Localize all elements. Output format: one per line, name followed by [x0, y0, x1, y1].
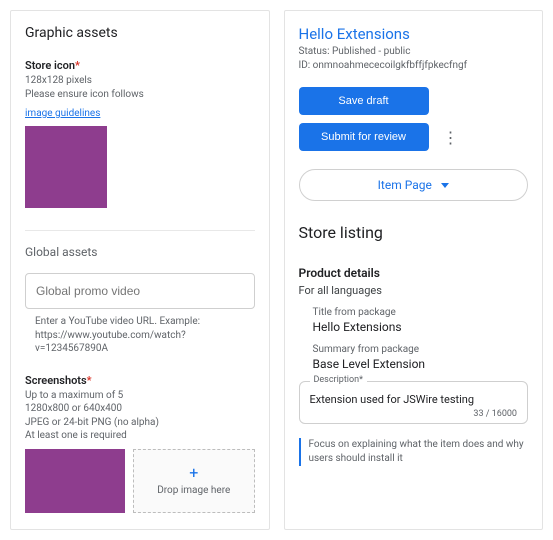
- title-from-package-label: Title from package: [313, 307, 529, 318]
- more-menu-icon[interactable]: ⋮: [443, 128, 458, 147]
- global-assets-heading: Global assets: [25, 245, 255, 259]
- item-detail-panel: Hello Extensions Status: Published - pub…: [284, 10, 544, 530]
- title-from-package-value: Hello Extensions: [313, 320, 529, 334]
- for-all-languages: For all languages: [299, 284, 529, 297]
- submit-review-button[interactable]: Submit for review: [299, 123, 429, 151]
- plus-icon: +: [189, 465, 198, 481]
- submit-row: Submit for review ⋮: [299, 123, 529, 151]
- store-listing-heading: Store listing: [299, 223, 529, 242]
- extension-title[interactable]: Hello Extensions: [299, 25, 529, 43]
- chevron-down-icon: [441, 183, 449, 188]
- screenshots-row: + Drop image here: [25, 449, 255, 513]
- screenshots-hint-2: 1280x800 or 640x400: [25, 402, 255, 416]
- description-hint: Focus on explaining what the item does a…: [299, 438, 529, 466]
- store-icon-dim: 128x128 pixels: [25, 74, 255, 88]
- save-row: Save draft: [299, 87, 529, 115]
- image-guidelines-link[interactable]: image guidelines: [25, 108, 100, 119]
- screenshots-hint-3: JPEG or 24-bit PNG (no alpha): [25, 416, 255, 430]
- screenshots-hint-1: Up to a maximum of 5: [25, 389, 255, 403]
- screenshot-dropzone[interactable]: + Drop image here: [133, 449, 255, 513]
- promo-video-hint: Enter a YouTube video URL. Example: http…: [35, 315, 255, 356]
- promo-video-input[interactable]: [25, 273, 255, 309]
- graphic-assets-panel: Graphic assets Store icon* 128x128 pixel…: [10, 10, 270, 530]
- description-legend: Description*: [310, 375, 367, 385]
- screenshots-hint-4: At least one is required: [25, 429, 255, 443]
- divider: [25, 230, 255, 231]
- store-icon-section: Store icon* 128x128 pixels Please ensure…: [25, 59, 255, 208]
- product-details-heading: Product details: [299, 266, 529, 280]
- char-counter: 33 / 16000: [310, 409, 518, 419]
- summary-field: Summary from package Base Level Extensio…: [313, 344, 529, 371]
- required-asterisk: *: [75, 59, 80, 72]
- item-page-label: Item Page: [378, 178, 432, 192]
- id-line: ID: onmnoahmececoilgkfbffjfpkecfngf: [299, 59, 529, 73]
- description-input[interactable]: [310, 391, 518, 409]
- summary-from-package-value: Base Level Extension: [313, 357, 529, 371]
- store-icon-ensure: Please ensure icon follows: [25, 88, 255, 102]
- item-page-dropdown[interactable]: Item Page: [299, 169, 529, 201]
- graphic-assets-heading: Graphic assets: [25, 25, 255, 41]
- required-asterisk: *: [87, 374, 92, 387]
- status-line: Status: Published - public: [299, 45, 529, 59]
- dropzone-text: Drop image here: [157, 485, 230, 496]
- description-box: Description* 33 / 16000: [299, 381, 529, 424]
- title-field: Title from package Hello Extensions: [313, 307, 529, 334]
- save-draft-button[interactable]: Save draft: [299, 87, 429, 115]
- screenshot-thumb[interactable]: [25, 449, 125, 513]
- summary-from-package-label: Summary from package: [313, 344, 529, 355]
- store-icon-label: Store icon*: [25, 59, 255, 72]
- store-icon-preview[interactable]: [25, 126, 107, 208]
- screenshots-label: Screenshots*: [25, 374, 255, 387]
- screenshots-section: Screenshots* Up to a maximum of 5 1280x8…: [25, 374, 255, 513]
